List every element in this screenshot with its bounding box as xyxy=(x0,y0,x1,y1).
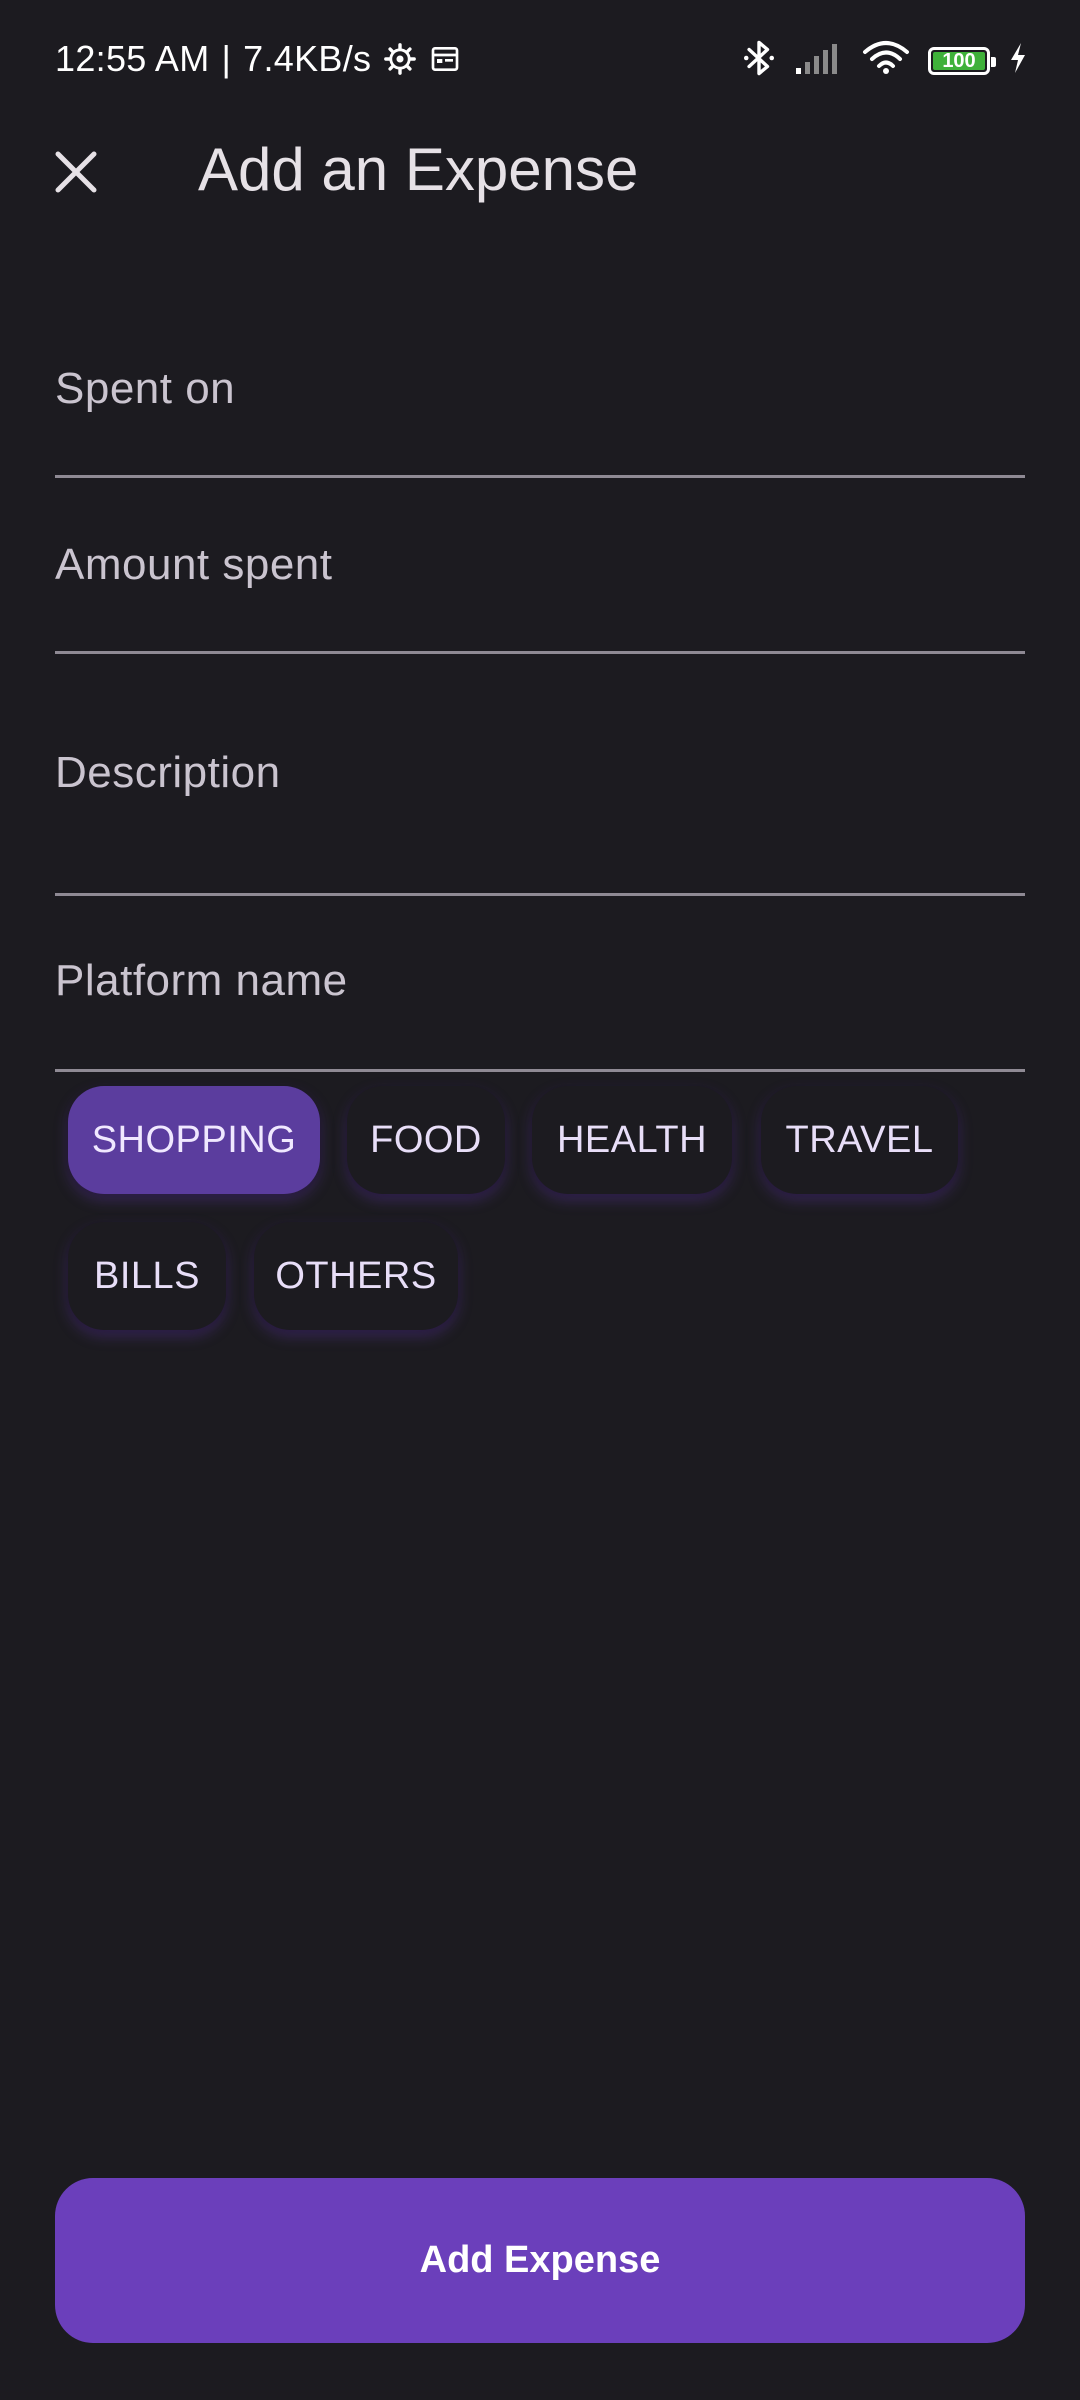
spent-on-field[interactable]: Spent on xyxy=(55,340,1025,480)
battery-level: 100 xyxy=(942,49,976,72)
amount-spent-underline xyxy=(55,651,1025,654)
cell-signal-icon xyxy=(794,41,844,80)
platform-name-field[interactable]: Platform name xyxy=(55,932,1025,1077)
page-title: Add an Expense xyxy=(198,136,639,203)
wifi-icon xyxy=(862,40,910,81)
chip-others[interactable]: OTHERS xyxy=(254,1222,458,1330)
chip-food[interactable]: FOOD xyxy=(347,1086,505,1194)
status-left: 12:55 AM | 7.4KB/s xyxy=(55,38,461,80)
add-expense-button[interactable]: Add Expense xyxy=(55,2178,1025,2343)
bluetooth-icon xyxy=(742,38,776,83)
top-app-bar: Add an Expense xyxy=(0,120,1080,220)
status-separator: | xyxy=(221,38,232,79)
chip-shopping[interactable]: SHOPPING xyxy=(68,1086,320,1194)
status-right: 100 xyxy=(742,38,1028,83)
charging-bolt-icon xyxy=(1008,42,1028,79)
description-label: Description xyxy=(55,748,281,797)
status-bar: 12:55 AM | 7.4KB/s 100 xyxy=(0,0,1080,120)
close-button[interactable] xyxy=(40,138,112,210)
spent-on-underline xyxy=(55,475,1025,478)
close-icon xyxy=(54,150,98,199)
description-underline xyxy=(55,893,1025,896)
amount-spent-label: Amount spent xyxy=(55,540,333,589)
chip-bills[interactable]: BILLS xyxy=(68,1222,226,1330)
spent-on-label: Spent on xyxy=(55,364,236,413)
status-network-speed: 7.4KB/s xyxy=(243,38,372,79)
settings-gear-icon xyxy=(383,42,417,76)
battery-icon: 100 xyxy=(928,46,996,75)
calendar-icon xyxy=(429,43,461,75)
amount-spent-field[interactable]: Amount spent xyxy=(55,516,1025,656)
battery-cap xyxy=(991,56,996,67)
chip-health[interactable]: HEALTH xyxy=(532,1086,732,1194)
platform-name-underline xyxy=(55,1069,1025,1072)
chip-travel[interactable]: TRAVEL xyxy=(761,1086,958,1194)
platform-name-label: Platform name xyxy=(55,956,348,1005)
status-time: 12:55 AM xyxy=(55,38,210,79)
description-field[interactable]: Description xyxy=(55,724,1025,899)
